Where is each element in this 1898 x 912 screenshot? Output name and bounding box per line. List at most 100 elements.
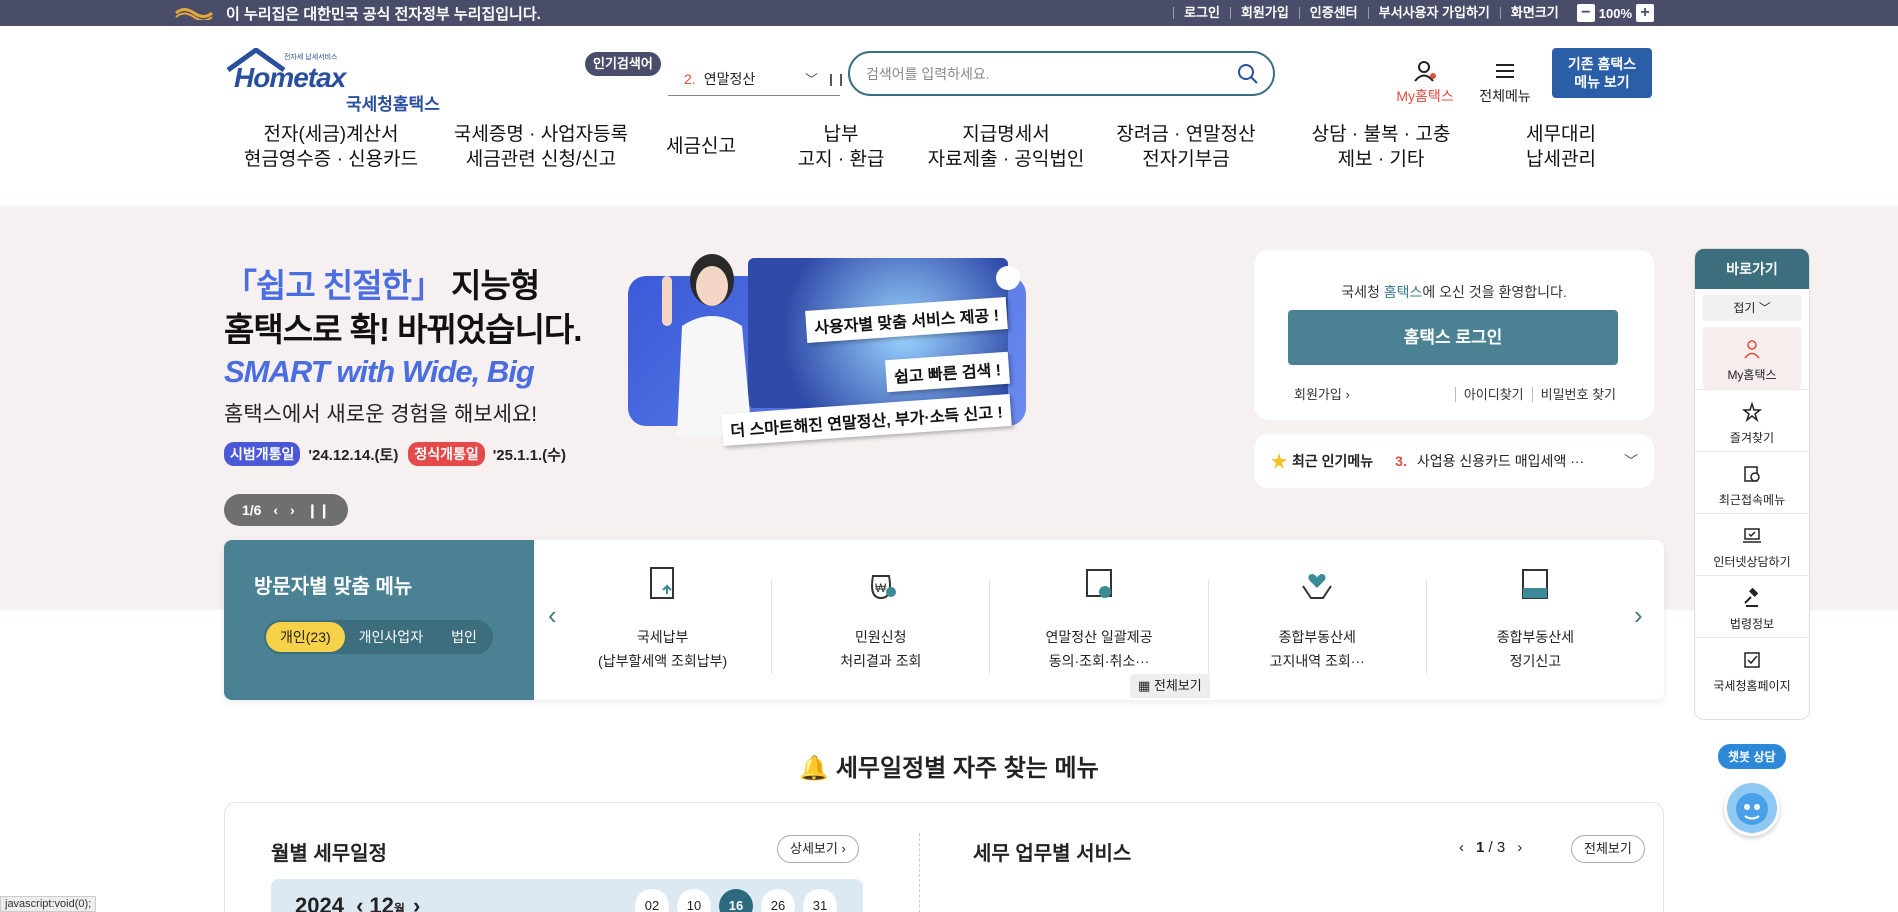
zoom-out-button[interactable]: − bbox=[1576, 4, 1595, 22]
document-upload-icon bbox=[649, 567, 674, 599]
chatbot-button[interactable] bbox=[1724, 780, 1780, 836]
schedule-section-title: 🔔 세무일정별 자주 찾는 메뉴 bbox=[0, 748, 1898, 783]
recent-popular-menu[interactable]: 최근 인기메뉴 3. 사업용 신용카드 매입세액 ··· ﹀ bbox=[1254, 434, 1654, 488]
quick-menu-title: 바로가기 bbox=[1695, 249, 1809, 289]
nav-certificate[interactable]: 국세증명 · 사업자등록 세금관련 신청/신고 bbox=[436, 122, 646, 180]
old-menu-label: 기존 홈택스 메뉴 보기 bbox=[1567, 56, 1637, 90]
chevron-right-icon[interactable]: › bbox=[290, 502, 295, 518]
visitor-item-property-tax-filing[interactable]: 종합부동산세 정기신고 bbox=[1427, 569, 1644, 674]
nav-consultation[interactable]: 상담 · 불복 · 고충 제보 · 기타 bbox=[1286, 122, 1476, 180]
quick-recent-menu[interactable]: 최근접속메뉴 bbox=[1695, 451, 1809, 513]
find-password-link[interactable]: 비밀번호 찾기 bbox=[1531, 387, 1624, 402]
calendar-day[interactable]: 26 bbox=[761, 889, 795, 912]
services-view-all-button[interactable]: 전체보기 bbox=[1571, 835, 1645, 863]
scroll-check-icon bbox=[1086, 569, 1112, 598]
chevron-left-icon[interactable]: ‹ bbox=[1459, 839, 1464, 856]
nav-tax-agent[interactable]: 세무대리 납세관리 bbox=[1476, 122, 1646, 180]
visitor-menu: 방문자별 맞춤 메뉴 개인(23) 개인사업자 법인 ‹ 국세납부 (납부할세액… bbox=[224, 540, 1664, 700]
nav-year-end[interactable]: 장려금 · 연말정산 전자기부금 bbox=[1086, 122, 1286, 180]
hero-promo-image: 사용자별 맞춤 서비스 제공 ! 쉽고 빠른 검색 ! 더 스마트해진 연말정산… bbox=[628, 246, 1026, 447]
visitor-item-line2: 처리결과 조회 bbox=[840, 653, 922, 669]
visitor-menu-title: 방문자별 맞춤 메뉴 bbox=[254, 576, 413, 598]
signup-link[interactable]: 회원가입 › bbox=[1294, 384, 1350, 403]
cert-center-link[interactable]: 인증센터 bbox=[1298, 6, 1368, 19]
chevron-left-icon[interactable]: ‹ bbox=[356, 893, 363, 912]
nav-statements[interactable]: 지급명세서 자료제출 · 공익법인 bbox=[926, 122, 1086, 180]
calendar-day[interactable]: 10 bbox=[677, 889, 711, 912]
tab-corporation[interactable]: 법인 bbox=[437, 622, 491, 652]
quick-favorites[interactable]: 즐겨찾기 bbox=[1695, 389, 1809, 451]
services-page-total: 3 bbox=[1496, 839, 1506, 856]
my-hometax-button[interactable]: My홈택스 bbox=[1392, 60, 1458, 106]
nav-tax-filing[interactable]: 세금신고 bbox=[646, 122, 756, 180]
banner-pager: 1/6 ‹ › ❙❙ bbox=[224, 494, 348, 526]
detail-view-button[interactable]: 상세보기 › bbox=[777, 835, 859, 863]
old-menu-button[interactable]: 기존 홈택스 메뉴 보기 bbox=[1552, 48, 1652, 98]
browser-status-bar: javascript:void(0); bbox=[0, 896, 97, 912]
quick-law-info[interactable]: 법령정보 bbox=[1695, 575, 1809, 637]
signup-link[interactable]: 회원가입 bbox=[1229, 6, 1299, 19]
star-outline-icon bbox=[1741, 401, 1763, 423]
section-title-text: 세무일정별 자주 찾는 메뉴 bbox=[835, 755, 1099, 782]
gavel-icon bbox=[1744, 587, 1759, 607]
welcome-text: 국세청 홈택스에 오신 것을 환영합니다. bbox=[1254, 282, 1654, 302]
hometax-login-button[interactable]: 홈택스 로그인 bbox=[1288, 310, 1618, 365]
find-links: 아이디찾기 비밀번호 찾기 bbox=[1454, 384, 1624, 403]
gov-notice-bar: 이 누리집은 대한민국 공식 전자정부 누리집입니다. 로그인 회원가입 인증센… bbox=[0, 0, 1898, 26]
quick-nts-homepage[interactable]: 국세청홈페이지 bbox=[1695, 637, 1809, 699]
calendar-day[interactable]: 31 bbox=[803, 889, 837, 912]
chevron-left-icon[interactable]: ‹ bbox=[273, 502, 278, 518]
calendar-day[interactable]: 02 bbox=[635, 889, 669, 912]
services-page: 1 / 3 bbox=[1476, 839, 1506, 856]
popular-search-ticker[interactable]: 2. 연말정산 ﹀ ❙❙ bbox=[668, 62, 846, 96]
fold-button[interactable]: 접기 ﹀ bbox=[1703, 295, 1801, 321]
money-bag-icon: ₩ bbox=[870, 575, 896, 600]
dept-user-signup-link[interactable]: 부서사용자 가입하기 bbox=[1367, 6, 1500, 19]
tab-individual[interactable]: 개인(23) bbox=[266, 622, 345, 652]
view-all-button[interactable]: ▦ 전체보기 bbox=[1130, 674, 1210, 698]
find-id-link[interactable]: 아이디찾기 bbox=[1454, 387, 1532, 402]
login-link[interactable]: 로그인 bbox=[1173, 6, 1230, 19]
nav-payment[interactable]: 납부 고지 · 환급 bbox=[756, 122, 926, 180]
chevron-right-icon[interactable]: › bbox=[1634, 600, 1643, 631]
gov-notice: 이 누리집은 대한민국 공식 전자정부 누리집입니다. bbox=[175, 0, 541, 26]
panel-divider bbox=[919, 833, 920, 912]
star-icon bbox=[1271, 453, 1287, 469]
search-input[interactable] bbox=[866, 65, 1237, 82]
tab-sole-proprietor[interactable]: 개인사업자 bbox=[345, 622, 437, 652]
pause-icon[interactable]: ❙❙ bbox=[826, 72, 846, 86]
hometax-logo[interactable]: 전자세 납세서비스 Hometax 국세청홈택스 bbox=[226, 48, 446, 114]
banner-page-indicator: 1/6 bbox=[241, 502, 262, 518]
zoom-image-icon[interactable] bbox=[996, 266, 1020, 290]
search-icon[interactable] bbox=[1237, 63, 1259, 85]
chevron-right-icon[interactable]: › bbox=[413, 893, 420, 912]
view-all-label: 전체보기 bbox=[1153, 678, 1202, 693]
logo-wordmark: Hometax bbox=[234, 62, 346, 93]
quick-item-label: 국세청홈페이지 bbox=[1713, 679, 1791, 693]
gov-emblem-icon bbox=[175, 8, 213, 20]
chevron-right-icon[interactable]: › bbox=[1517, 839, 1522, 856]
recent-search-icon bbox=[1744, 466, 1760, 482]
signup-label: 회원가입 bbox=[1294, 387, 1342, 402]
zoom-in-button[interactable]: + bbox=[1636, 4, 1654, 22]
quick-online-consult[interactable]: 인터넷상담하기 bbox=[1695, 513, 1809, 575]
chevron-down-icon[interactable]: ﹀ bbox=[1624, 451, 1638, 471]
quick-item-label: 최근접속메뉴 bbox=[1718, 493, 1786, 507]
all-menu-button[interactable]: 전체메뉴 bbox=[1472, 60, 1538, 106]
hero-dates: 시범개통일 '24.12.14.(토) 정식개통일 '25.1.1.(수) bbox=[224, 442, 566, 466]
calendar-day-selected[interactable]: 16 bbox=[719, 889, 753, 912]
pause-icon[interactable]: ❙❙ bbox=[307, 502, 330, 519]
visitor-item-property-tax-notice[interactable]: 종합부동산세 고지내역 조회··· bbox=[1209, 574, 1427, 674]
recent-popular-item[interactable]: 사업용 신용카드 매입세액 ··· bbox=[1417, 451, 1584, 471]
main-nav: 전자(세금)계산서 현금영수증 · 신용카드 국세증명 · 사업자등록 세금관련… bbox=[226, 122, 1666, 180]
nav-e-invoice[interactable]: 전자(세금)계산서 현금영수증 · 신용카드 bbox=[226, 122, 436, 180]
visitor-item-tax-payment[interactable]: 국세납부 (납부할세액 조회납부) bbox=[554, 567, 773, 674]
document-check-icon bbox=[1744, 652, 1760, 668]
visitor-item-year-end[interactable]: 연말정산 일괄제공 동의·조회·취소··· bbox=[990, 569, 1209, 674]
chevron-down-icon[interactable]: ﹀ bbox=[805, 69, 818, 88]
visitor-item-civil-request[interactable]: ₩ 민원신청 처리결과 조회 bbox=[772, 575, 991, 674]
recent-popular-title: 최근 인기메뉴 bbox=[1292, 453, 1374, 469]
quick-my-hometax[interactable]: My홈택스 bbox=[1703, 327, 1801, 389]
laptop-check-icon bbox=[1743, 528, 1761, 543]
zoom-value: 100% bbox=[1598, 5, 1632, 21]
